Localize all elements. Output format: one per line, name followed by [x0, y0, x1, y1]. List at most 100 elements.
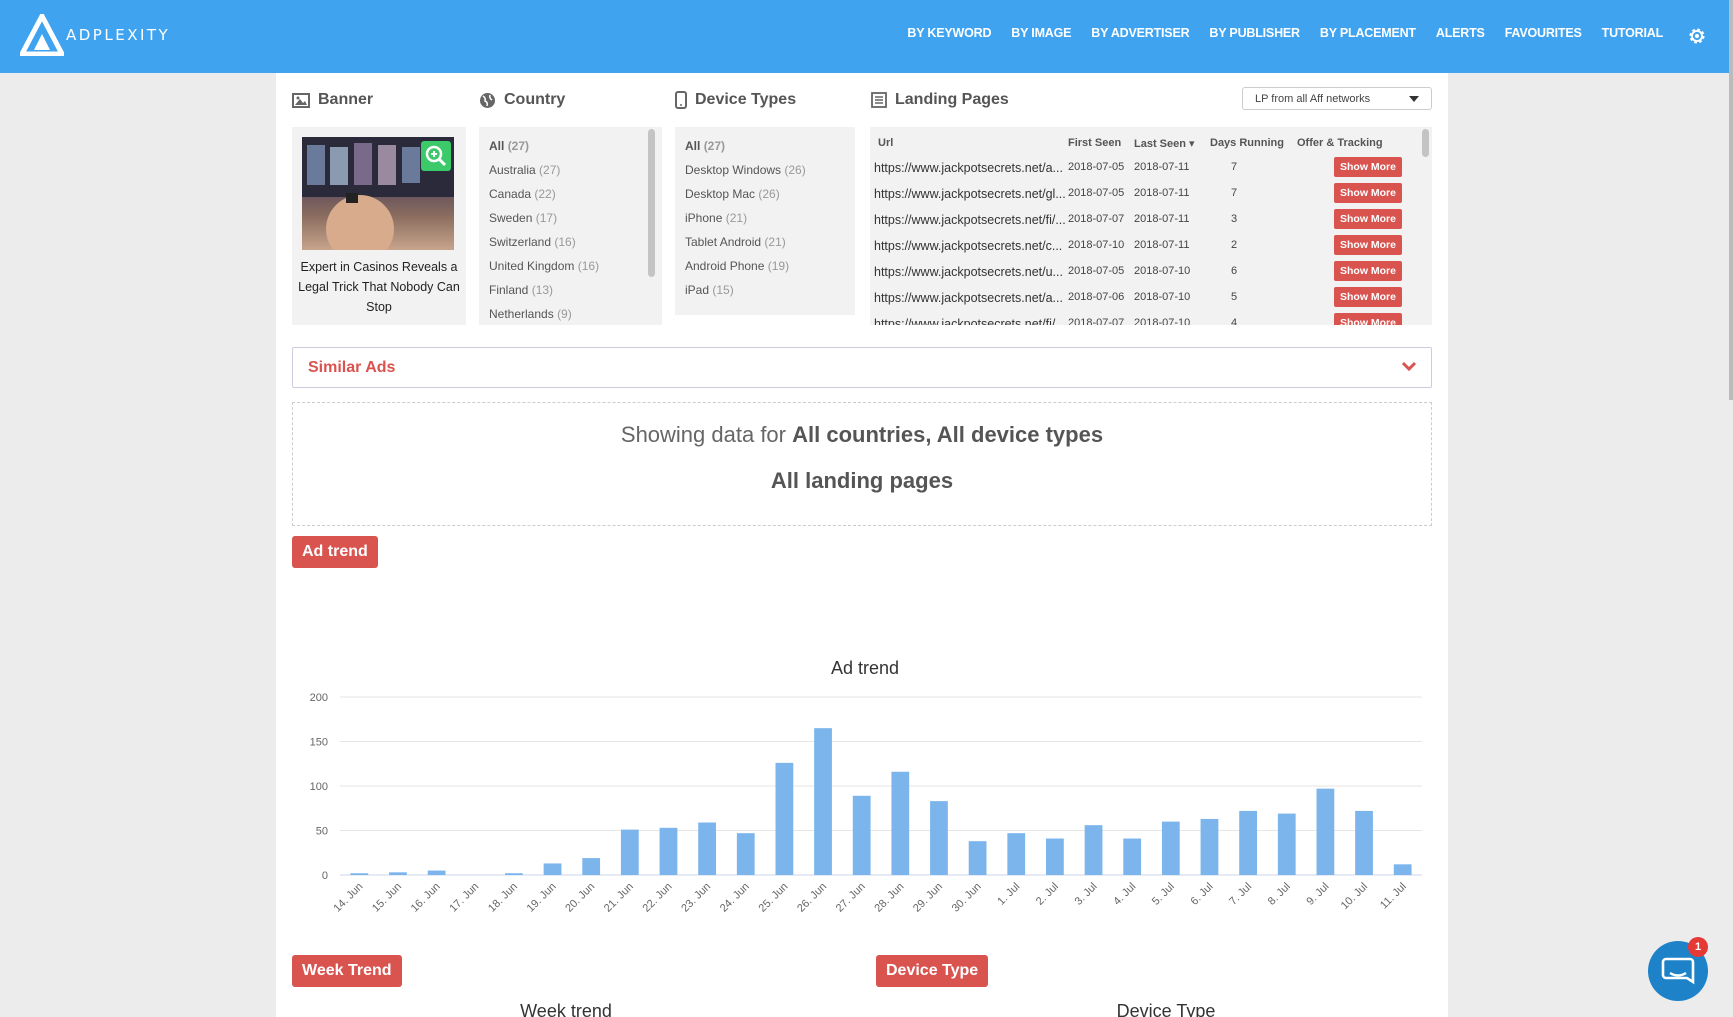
nav-alerts[interactable]: ALERTS	[1436, 26, 1485, 40]
chart-bar[interactable]	[891, 771, 910, 875]
lp-url[interactable]: https://www.jackpotsecrets.net/a...	[874, 291, 1084, 305]
sort-desc-icon: ▾	[1189, 138, 1195, 150]
col-header-offer-tracking[interactable]: Offer & Tracking	[1297, 137, 1383, 149]
country-item-united-kingdom[interactable]: United Kingdom (16)	[489, 259, 599, 273]
nav-links: BY KEYWORD BY IMAGE BY ADVERTISER BY PUB…	[887, 26, 1663, 40]
country-scrollbar[interactable]	[648, 129, 655, 277]
chart-bar[interactable]	[1355, 810, 1373, 875]
chart-bar[interactable]	[543, 863, 562, 875]
country-item-australia[interactable]: Australia (27)	[489, 163, 560, 177]
chart-bar[interactable]	[736, 833, 755, 875]
device-item-desktop-mac[interactable]: Desktop Mac (26)	[685, 187, 780, 201]
country-name: Sweden	[489, 211, 533, 225]
logo[interactable]: ADPLEXITY	[20, 14, 170, 56]
col-header-days-running[interactable]: Days Running	[1210, 137, 1284, 149]
chart-bar[interactable]	[1161, 821, 1180, 875]
nav-by-advertiser[interactable]: BY ADVERTISER	[1091, 26, 1189, 40]
chart-bar[interactable]	[1316, 788, 1335, 875]
chart-bar[interactable]	[350, 873, 369, 875]
device-item-tablet-android[interactable]: Tablet Android (21)	[685, 235, 786, 249]
device-item-desktop-windows[interactable]: Desktop Windows (26)	[685, 163, 806, 177]
device-count: (27)	[703, 139, 726, 153]
lp-url[interactable]: https://www.jackpotsecrets.net/u...	[874, 265, 1084, 279]
x-tick-label: 4. Jul	[1111, 881, 1138, 908]
lp-network-select[interactable]: LP from all Aff networks	[1242, 87, 1432, 110]
chart-bar[interactable]	[582, 858, 601, 875]
nav-tutorial[interactable]: TUTORIAL	[1602, 26, 1664, 40]
chart-bar[interactable]	[1046, 838, 1064, 875]
zoom-button[interactable]	[421, 141, 451, 171]
lp-url[interactable]: https://www.jackpotsecrets.net/a...	[874, 161, 1084, 175]
list-icon	[871, 92, 887, 108]
similar-ads-toggle[interactable]: Similar Ads	[292, 347, 1432, 388]
chart-bar[interactable]	[1200, 818, 1219, 875]
nav-by-publisher[interactable]: BY PUBLISHER	[1209, 26, 1300, 40]
x-tick-label: 6. Jul	[1189, 881, 1216, 908]
gear-icon[interactable]	[1686, 25, 1708, 47]
x-tick-label: 7. Jul	[1227, 881, 1254, 908]
device-name: Desktop Mac	[685, 187, 756, 201]
nav-by-keyword[interactable]: BY KEYWORD	[907, 26, 991, 40]
chart-bar[interactable]	[1239, 810, 1257, 875]
show-more-button[interactable]: Show More	[1334, 209, 1402, 229]
device-item-ipad[interactable]: iPad (15)	[685, 283, 734, 297]
chart-bar[interactable]	[1393, 864, 1412, 875]
lp-scrollbar[interactable]	[1422, 129, 1429, 157]
chart-bar[interactable]	[698, 822, 716, 875]
banner-image[interactable]	[302, 137, 454, 250]
x-tick-label: 10. Jul	[1339, 881, 1370, 912]
col-header-last-seen[interactable]: Last Seen ▾	[1134, 137, 1195, 150]
chart-bar[interactable]	[505, 873, 523, 875]
device-item-all[interactable]: All (27)	[685, 139, 725, 153]
chart-bar[interactable]	[427, 870, 446, 875]
lp-last-seen: 2018-07-10	[1134, 291, 1191, 303]
chart-bar[interactable]	[1277, 813, 1296, 875]
lp-last-seen: 2018-07-10	[1134, 317, 1191, 325]
lp-url[interactable]: https://www.jackpotsecrets.net/c...	[874, 239, 1084, 253]
chart-bar[interactable]	[620, 829, 639, 875]
col-header-url[interactable]: Url	[878, 137, 893, 149]
chart-bar[interactable]	[1084, 825, 1103, 875]
show-more-button[interactable]: Show More	[1334, 261, 1402, 281]
chart-bar[interactable]	[775, 762, 794, 875]
col-header-first-seen[interactable]: First Seen	[1068, 137, 1121, 149]
country-item-switzerland[interactable]: Switzerland (16)	[489, 235, 576, 249]
chart-bar[interactable]	[930, 801, 948, 875]
chart-bar[interactable]	[659, 827, 678, 875]
ad-trend-button[interactable]: Ad trend	[292, 536, 378, 568]
show-more-button[interactable]: Show More	[1334, 235, 1402, 255]
chart-bar[interactable]	[968, 841, 987, 875]
country-item-sweden[interactable]: Sweden (17)	[489, 211, 557, 225]
week-trend-button[interactable]: Week Trend	[292, 955, 402, 987]
show-more-button[interactable]: Show More	[1334, 313, 1402, 325]
chart-bar[interactable]	[852, 795, 871, 875]
nav-by-placement[interactable]: BY PLACEMENT	[1320, 26, 1416, 40]
nav-by-image[interactable]: BY IMAGE	[1011, 26, 1071, 40]
country-header: Country	[479, 91, 565, 109]
lp-first-seen: 2018-07-06	[1068, 291, 1125, 303]
window-scrollbar[interactable]	[1729, 0, 1733, 400]
device-item-iphone[interactable]: iPhone (21)	[685, 211, 747, 225]
chart-bar[interactable]	[814, 728, 832, 875]
week-trend-title: Week trend	[520, 1001, 612, 1017]
lp-url[interactable]: https://www.jackpotsecrets.net/fi/...	[874, 317, 1084, 325]
show-more-button[interactable]: Show More	[1334, 287, 1402, 307]
nav-favourites[interactable]: FAVOURITES	[1505, 26, 1582, 40]
chart-bar[interactable]	[1123, 838, 1142, 875]
x-tick-label: 14. Jun	[331, 881, 365, 915]
filter-summary-line2: All landing pages	[770, 468, 954, 493]
lp-network-select-value: LP from all Aff networks	[1255, 93, 1371, 105]
chart-bar[interactable]	[1007, 833, 1026, 875]
show-more-button[interactable]: Show More	[1334, 157, 1402, 177]
device-item-android-phone[interactable]: Android Phone (19)	[685, 259, 789, 273]
lp-url[interactable]: https://www.jackpotsecrets.net/fi/...	[874, 213, 1084, 227]
country-item-netherlands[interactable]: Netherlands (9)	[489, 307, 572, 321]
lp-url[interactable]: https://www.jackpotsecrets.net/gl...	[874, 187, 1084, 201]
show-more-button[interactable]: Show More	[1334, 183, 1402, 203]
chart-bar[interactable]	[389, 872, 407, 875]
device-type-button[interactable]: Device Type	[876, 955, 989, 987]
country-item-all[interactable]: All (27)	[489, 139, 529, 153]
country-item-canada[interactable]: Canada (22)	[489, 187, 556, 201]
x-tick-label: 28. Jun	[872, 881, 906, 915]
country-item-finland[interactable]: Finland (13)	[489, 283, 553, 297]
